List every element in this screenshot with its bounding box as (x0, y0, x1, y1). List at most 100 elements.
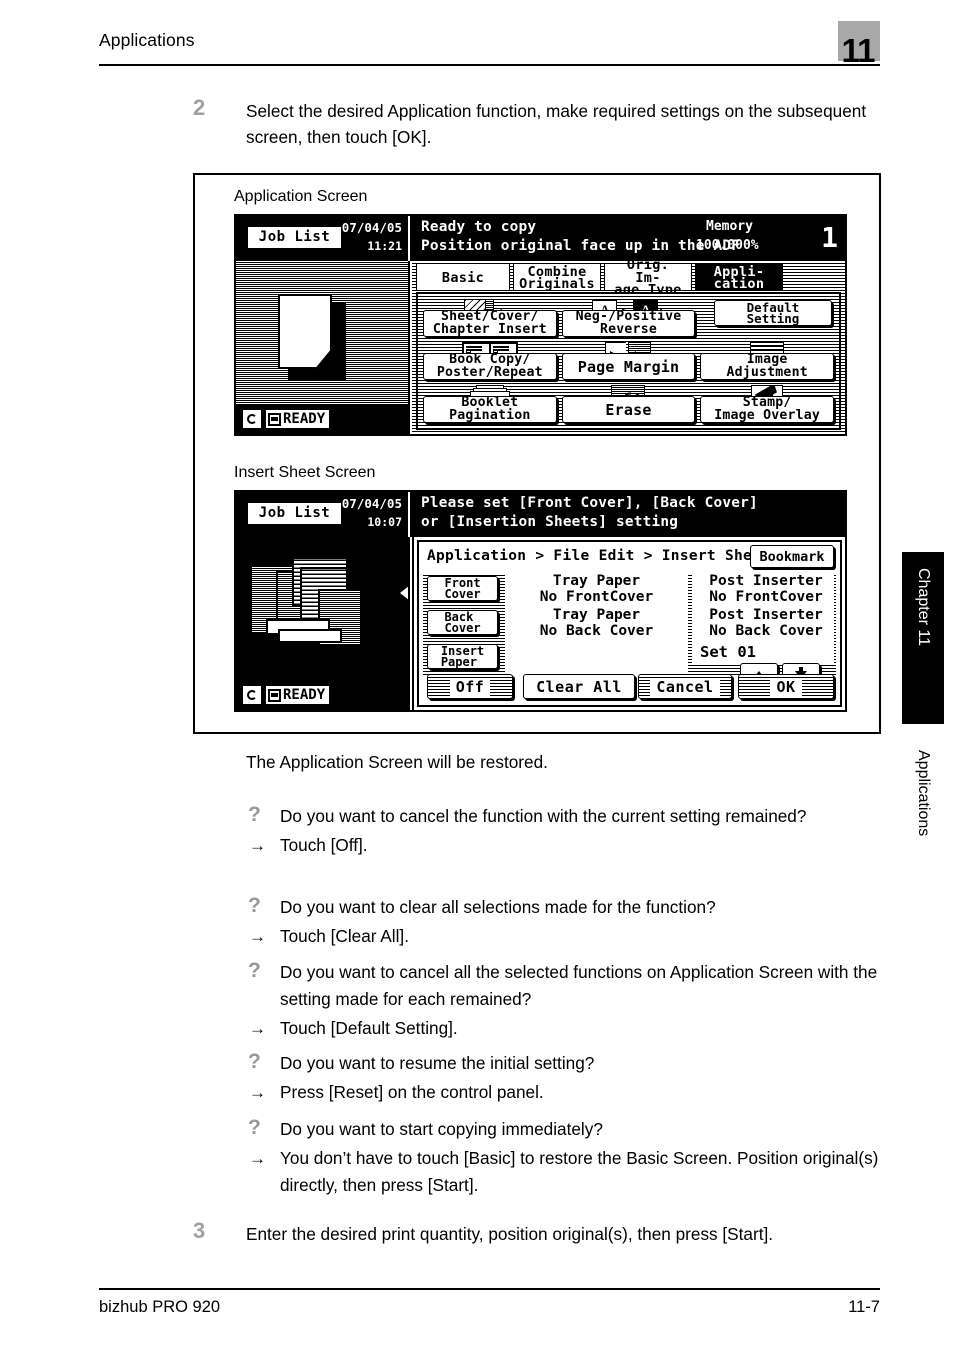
qa-answer-1: → Touch [Off]. (246, 832, 891, 859)
step-3-text: Enter the desired print quantity, positi… (246, 1224, 774, 1244)
function-cell-default-setting: Default Setting (698, 297, 836, 339)
insert-paper-button[interactable]: Insert Paper (427, 644, 498, 669)
qa-answer-3: → Touch [Default Setting]. (246, 1015, 891, 1042)
stamp-image-overlay-button[interactable]: Stamp/ Image Overlay (700, 396, 834, 423)
chapter-side-tab-label: Chapter 11 (915, 568, 932, 646)
clear-all-button-label: Clear All (530, 677, 628, 696)
qa-answer-4-text: Press [Reset] on the control panel. (280, 1082, 544, 1102)
memory-value: 100.000% (696, 238, 759, 253)
function-cell-book-copy: Book Copy/ Poster/Repeat (421, 340, 559, 382)
qa-answer-4: → Press [Reset] on the control panel. (246, 1079, 891, 1106)
lcd-status-bar: Job List 07/04/05 11:21 Ready to copy Po… (236, 216, 845, 261)
job-list-button-insert[interactable]: Job List (247, 502, 342, 525)
section-side-tab: Applications (902, 740, 944, 890)
qa-item-4: ? Do you want to resume the initial sett… (246, 1050, 891, 1106)
question-icon: ? (248, 894, 261, 917)
step-3-number: 3 (193, 1218, 206, 1243)
page-margin-button[interactable]: Page Margin (561, 353, 696, 380)
page-title: Applications (99, 30, 195, 50)
job-list-cell: Job List 07/04/05 11:21 (236, 216, 410, 261)
section-side-tab-label: Applications (915, 750, 932, 837)
neg-positive-reverse-button[interactable]: Neg-/Positive Reverse (561, 310, 696, 337)
off-button[interactable]: Off (427, 674, 513, 699)
restored-line: The Application Screen will be restored. (246, 752, 548, 772)
arrow-right-icon: → (249, 836, 266, 855)
qa-question-4-text: Do you want to resume the initial settin… (280, 1053, 595, 1073)
preview-pane-insert: READY (236, 537, 410, 710)
lcd-time-insert: 10:07 (367, 515, 402, 529)
qa-answer-5: → You don’t have to touch [Basic] to res… (246, 1145, 891, 1199)
lcd-date-insert: 07/04/05 (341, 496, 402, 511)
tab-combine-originals[interactable]: Combine Originals (513, 263, 601, 291)
qa-item-3: ? Do you want to cancel all the selected… (246, 959, 891, 1042)
function-cell-sheet-cover: ⊳ Sheet/Cover/ Chapter Insert (421, 297, 559, 339)
back-cover-button[interactable]: Back Cover (427, 610, 498, 635)
question-icon: ? (248, 1116, 261, 1139)
insert-sheet-screen-lcd: Job List 07/04/05 10:07 Please set [Fron… (234, 490, 847, 712)
qa-answer-1-text: Touch [Off]. (280, 835, 368, 855)
default-setting-button[interactable]: Default Setting (714, 300, 832, 326)
question-icon: ? (248, 1050, 261, 1073)
bookmark-button[interactable]: Bookmark (750, 545, 834, 568)
qa-item-1: ? Do you want to cancel the function wit… (246, 803, 891, 859)
ok-button-label: OK (770, 677, 802, 696)
qa-question-5-text: Do you want to start copying immediately… (280, 1119, 603, 1139)
image-adjustment-button[interactable]: Image Adjustment (700, 353, 834, 380)
chapter-number: 11 (841, 32, 876, 69)
insert-content-pane: Application > File Edit > Insert Sheet B… (412, 537, 845, 710)
page-white-shape (278, 294, 332, 369)
table-row-back-cover: Back Cover Tray Paper No Back Cover Post… (423, 607, 836, 640)
function-cell-booklet: Booklet Pagination (421, 383, 559, 425)
book-copy-poster-repeat-button[interactable]: Book Copy/ Poster/Repeat (423, 353, 557, 380)
qa-item-2: ? Do you want to clear all selections ma… (246, 894, 891, 950)
qa-answer-5-text: You don’t have to touch [Basic] to resto… (280, 1148, 879, 1195)
stack-sheet-5 (278, 629, 342, 643)
footer-rule (99, 1288, 880, 1291)
qa-answer-2: → Touch [Clear All]. (246, 923, 891, 950)
function-cell-stamp: Stamp/ Image Overlay (698, 383, 836, 425)
off-button-label: Off (449, 677, 491, 696)
cancel-button[interactable]: Cancel (638, 674, 732, 699)
qa-question-2-text: Do you want to clear all selections made… (280, 897, 716, 917)
arrow-right-icon: → (249, 927, 266, 946)
tab-orig-image-type[interactable]: Orig. Im- age Type (604, 261, 692, 297)
rotate-icon-insert (242, 685, 262, 705)
job-list-cell-insert: Job List 07/04/05 10:07 (236, 492, 410, 537)
function-cell-page-margin: Page Margin (560, 340, 698, 382)
back-cover-inserter-value: Post Inserter No Back Cover (692, 607, 834, 640)
tab-application[interactable]: Appli- cation (695, 263, 783, 291)
breadcrumb: Application > File Edit > Insert Sheet (427, 548, 771, 564)
question-icon: ? (248, 959, 261, 982)
ready-chip-insert: READY (242, 684, 331, 706)
ok-button[interactable]: OK (738, 674, 834, 699)
insert-settings-table: Front Cover Tray Paper No FrontCover Pos… (423, 573, 836, 687)
step-2-number: 2 (193, 95, 206, 120)
clear-all-button[interactable]: Clear All (523, 674, 635, 699)
qa-answer-3-text: Touch [Default Setting]. (280, 1018, 458, 1038)
booklet-pagination-button[interactable]: Booklet Pagination (423, 396, 557, 423)
erase-button[interactable]: Erase (561, 396, 696, 423)
sheet-cover-chapter-insert-button[interactable]: Sheet/Cover/ Chapter Insert (423, 310, 557, 337)
ready-status-label-insert: READY (283, 686, 326, 703)
lcd-message-line-2-insert: or [Insertion Sheets] setting (421, 514, 679, 530)
lcd-time: 11:21 (367, 239, 402, 253)
job-list-button[interactable]: Job List (247, 226, 342, 249)
qa-question-5: ? Do you want to start copying immediate… (246, 1116, 891, 1143)
back-cover-tray-value: Tray Paper No Back Cover (505, 607, 688, 640)
copy-count: 1 (821, 221, 838, 254)
page-header: Applications 11 (99, 21, 880, 69)
qa-question-1: ? Do you want to cancel the function wit… (246, 803, 891, 830)
insert-footer: Off Clear All Cancel OK (423, 672, 836, 702)
question-icon: ? (248, 803, 261, 826)
lcd-message-line-1-insert: Please set [Front Cover], [Back Cover] (421, 495, 758, 511)
front-cover-inserter-value: Post Inserter No FrontCover (692, 573, 834, 606)
application-content-pane: Basic Combine Originals Orig. Im- age Ty… (412, 261, 845, 434)
front-cover-button[interactable]: Front Cover (427, 576, 498, 601)
insert-paper-tray-value (505, 641, 688, 675)
header-rule (99, 64, 880, 67)
arrow-right-icon: → (249, 1083, 266, 1102)
function-cell-neg-positive: A⊳A Neg-/Positive Reverse (560, 297, 698, 339)
qa-answer-2-text: Touch [Clear All]. (280, 926, 409, 946)
caption-insert-sheet-screen: Insert Sheet Screen (234, 464, 376, 481)
tab-basic[interactable]: Basic (416, 263, 510, 291)
